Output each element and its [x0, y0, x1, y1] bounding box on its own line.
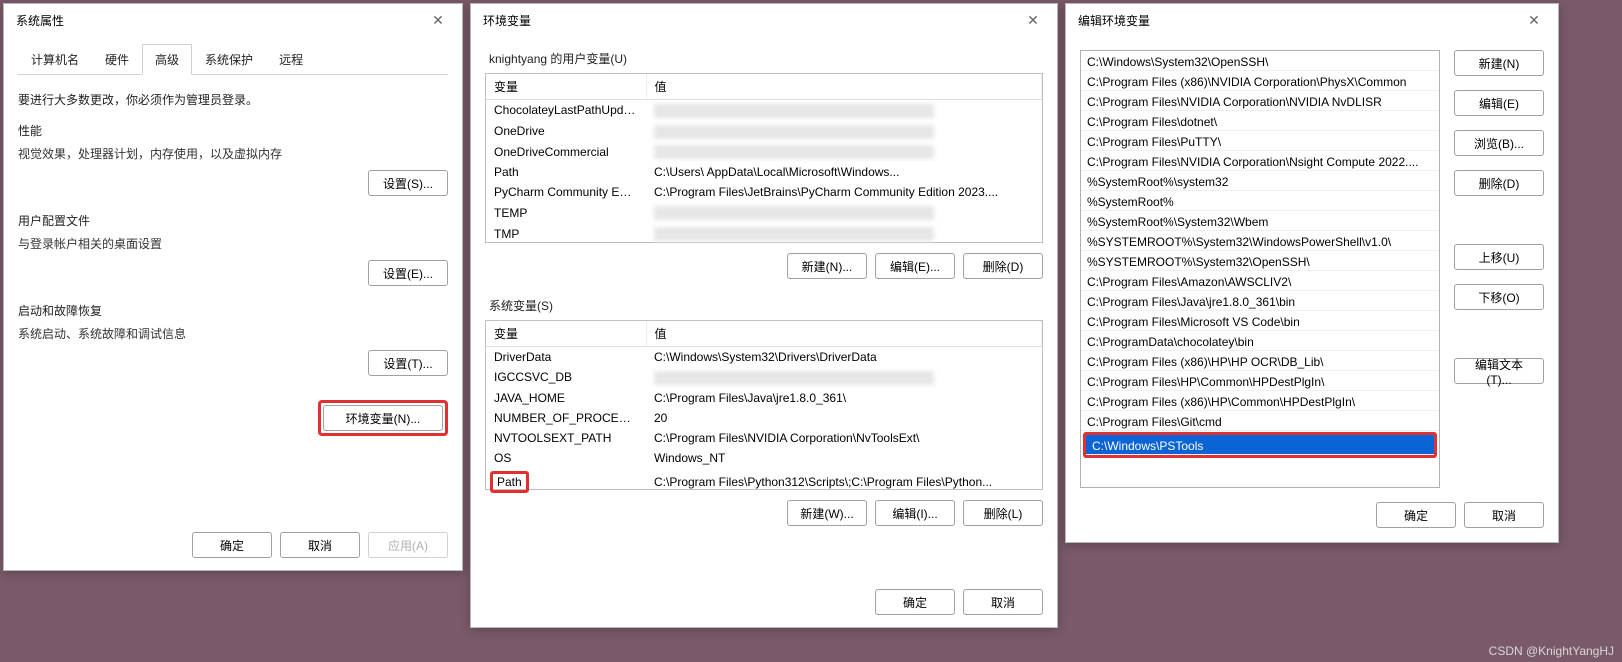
col-var-header[interactable]: 变量: [486, 74, 646, 100]
list-item[interactable]: C:\Program Files\NVIDIA Corporation\NVID…: [1081, 91, 1439, 111]
cancel-button[interactable]: 取消: [1464, 502, 1544, 528]
apply-button: 应用(A): [368, 532, 448, 558]
cancel-button[interactable]: 取消: [280, 532, 360, 558]
list-item[interactable]: C:\Program Files\Git\cmd: [1081, 411, 1439, 431]
table-row[interactable]: NVTOOLSEXT_PATHC:\Program Files\NVIDIA C…: [486, 428, 1042, 448]
delete-button[interactable]: 删除(D): [1454, 170, 1544, 196]
table-row[interactable]: IGCCSVC_DB: [486, 367, 1042, 388]
close-icon[interactable]: ✕: [418, 6, 458, 34]
list-item[interactable]: %SYSTEMROOT%\System32\WindowsPowerShell\…: [1081, 231, 1439, 251]
group-desc: 系统启动、系统故障和调试信息: [18, 325, 448, 342]
col-val-header[interactable]: 值: [646, 74, 1042, 100]
table-row[interactable]: PathC:\Program Files\Python312\Scripts\;…: [486, 468, 1042, 496]
user-new-button[interactable]: 新建(N)...: [787, 253, 867, 279]
new-button[interactable]: 新建(N): [1454, 50, 1544, 76]
table-row[interactable]: OSWindows_NT: [486, 448, 1042, 468]
tab-4[interactable]: 远程: [266, 44, 316, 74]
dialog-body: 计算机名硬件高级系统保护远程 要进行大多数更改，你必须作为管理员登录。 性能视觉…: [4, 36, 462, 570]
viewport: 系统属性 ✕ 计算机名硬件高级系统保护远程 要进行大多数更改，你必须作为管理员登…: [0, 0, 1622, 662]
system-properties-dialog: 系统属性 ✕ 计算机名硬件高级系统保护远程 要进行大多数更改，你必须作为管理员登…: [3, 3, 463, 571]
col-var-header[interactable]: 变量: [486, 321, 646, 347]
table-row[interactable]: OneDriveCommercial: [486, 142, 1042, 163]
table-row[interactable]: PyCharm Community Editi...C:\Program Fil…: [486, 182, 1042, 202]
dialog-title: 系统属性: [16, 12, 64, 29]
list-item[interactable]: %SystemRoot%: [1081, 191, 1439, 211]
list-item[interactable]: C:\Program Files (x86)\HP\HP OCR\DB_Lib\: [1081, 351, 1439, 371]
list-item[interactable]: C:\Program Files\Microsoft VS Code\bin: [1081, 311, 1439, 331]
path-list[interactable]: C:\Windows\System32\OpenSSH\C:\Program F…: [1080, 50, 1440, 488]
list-item-selected[interactable]: C:\Windows\PSTools: [1086, 435, 1434, 455]
tab-bar: 计算机名硬件高级系统保护远程: [18, 44, 448, 75]
col-val-header[interactable]: 值: [646, 321, 1042, 347]
move-up-button[interactable]: 上移(U): [1454, 244, 1544, 270]
user-delete-button[interactable]: 删除(D): [963, 253, 1043, 279]
cancel-button[interactable]: 取消: [963, 589, 1043, 615]
env-vars-button[interactable]: 环境变量(N)...: [323, 405, 443, 431]
user-edit-button[interactable]: 编辑(E)...: [875, 253, 955, 279]
dialog-body: knightyang 的用户变量(U) 变量 值 ChocolateyLastP…: [471, 36, 1057, 627]
tab-0[interactable]: 计算机名: [18, 44, 92, 74]
edit-env-var-dialog: 编辑环境变量 ✕ C:\Windows\System32\OpenSSH\C:\…: [1065, 3, 1559, 543]
group-title: 用户配置文件: [18, 212, 448, 229]
sys-vars-table[interactable]: 变量 值 DriverDataC:\Windows\System32\Drive…: [485, 320, 1043, 490]
sys-delete-button[interactable]: 删除(L): [963, 500, 1043, 526]
table-row[interactable]: ChocolateyLastPathUpdate: [486, 100, 1042, 121]
titlebar: 环境变量 ✕: [471, 4, 1057, 36]
list-item[interactable]: %SYSTEMROOT%\System32\OpenSSH\: [1081, 251, 1439, 271]
close-icon[interactable]: ✕: [1013, 6, 1053, 34]
user-section-label: knightyang 的用户变量(U): [489, 50, 1043, 67]
table-row[interactable]: NUMBER_OF_PROCESSORS20: [486, 408, 1042, 428]
dialog-title: 环境变量: [483, 12, 531, 29]
watermark: CSDN @KnightYangHJ: [1489, 644, 1614, 658]
sys-new-button[interactable]: 新建(W)...: [787, 500, 867, 526]
ok-button[interactable]: 确定: [192, 532, 272, 558]
list-item[interactable]: C:\Program Files\HP\Common\HPDestPlgIn\: [1081, 371, 1439, 391]
admin-note: 要进行大多数更改，你必须作为管理员登录。: [18, 91, 448, 108]
settings-button-2[interactable]: 设置(T)...: [368, 350, 448, 376]
tab-3[interactable]: 系统保护: [192, 44, 266, 74]
table-row[interactable]: PathC:\Users\ AppData\Local\Microsoft\Wi…: [486, 162, 1042, 182]
group-title: 启动和故障恢复: [18, 302, 448, 319]
group-desc: 视觉效果，处理器计划，内存使用，以及虚拟内存: [18, 145, 448, 162]
user-vars-table[interactable]: 变量 值 ChocolateyLastPathUpdateOneDriveOne…: [485, 73, 1043, 243]
list-item[interactable]: C:\Program Files (x86)\HP\Common\HPDestP…: [1081, 391, 1439, 411]
ok-button[interactable]: 确定: [1376, 502, 1456, 528]
list-item[interactable]: C:\Program Files\Java\jre1.8.0_361\bin: [1081, 291, 1439, 311]
dialog-body: C:\Windows\System32\OpenSSH\C:\Program F…: [1066, 36, 1558, 502]
list-item[interactable]: C:\Windows\System32\OpenSSH\: [1081, 51, 1439, 71]
env-vars-dialog: 环境变量 ✕ knightyang 的用户变量(U) 变量 值 Chocolat…: [470, 3, 1058, 628]
list-item[interactable]: %SystemRoot%\System32\Wbem: [1081, 211, 1439, 231]
group-desc: 与登录帐户相关的桌面设置: [18, 235, 448, 252]
move-down-button[interactable]: 下移(O): [1454, 284, 1544, 310]
dialog-title: 编辑环境变量: [1078, 12, 1150, 29]
titlebar: 编辑环境变量 ✕: [1066, 4, 1558, 36]
list-item[interactable]: C:\ProgramData\chocolatey\bin: [1081, 331, 1439, 351]
ok-button[interactable]: 确定: [875, 589, 955, 615]
tab-2[interactable]: 高级: [142, 44, 192, 75]
close-icon[interactable]: ✕: [1514, 6, 1554, 34]
edit-text-button[interactable]: 编辑文本(T)...: [1454, 358, 1544, 384]
list-item[interactable]: C:\Program Files\NVIDIA Corporation\Nsig…: [1081, 151, 1439, 171]
list-item[interactable]: C:\Program Files\dotnet\: [1081, 111, 1439, 131]
table-row[interactable]: TMP: [486, 223, 1042, 244]
titlebar: 系统属性 ✕: [4, 4, 462, 36]
sys-section-label: 系统变量(S): [489, 297, 1043, 314]
list-item[interactable]: %SystemRoot%\system32: [1081, 171, 1439, 191]
list-item[interactable]: C:\Program Files (x86)\NVIDIA Corporatio…: [1081, 71, 1439, 91]
table-row[interactable]: DriverDataC:\Windows\System32\Drivers\Dr…: [486, 347, 1042, 368]
settings-button-0[interactable]: 设置(S)...: [368, 170, 448, 196]
tab-1[interactable]: 硬件: [92, 44, 142, 74]
list-item[interactable]: C:\Program Files\PuTTY\: [1081, 131, 1439, 151]
sys-edit-button[interactable]: 编辑(I)...: [875, 500, 955, 526]
group-title: 性能: [18, 122, 448, 139]
table-row[interactable]: OneDrive: [486, 121, 1042, 142]
list-item[interactable]: C:\Program Files\Amazon\AWSCLIV2\: [1081, 271, 1439, 291]
table-row[interactable]: TEMP: [486, 202, 1042, 223]
browse-button[interactable]: 浏览(B)...: [1454, 130, 1544, 156]
settings-button-1[interactable]: 设置(E)...: [368, 260, 448, 286]
edit-button[interactable]: 编辑(E): [1454, 90, 1544, 116]
side-buttons: 新建(N) 编辑(E) 浏览(B)... 删除(D) 上移(U) 下移(O) 编…: [1454, 50, 1544, 488]
table-row[interactable]: JAVA_HOMEC:\Program Files\Java\jre1.8.0_…: [486, 388, 1042, 408]
